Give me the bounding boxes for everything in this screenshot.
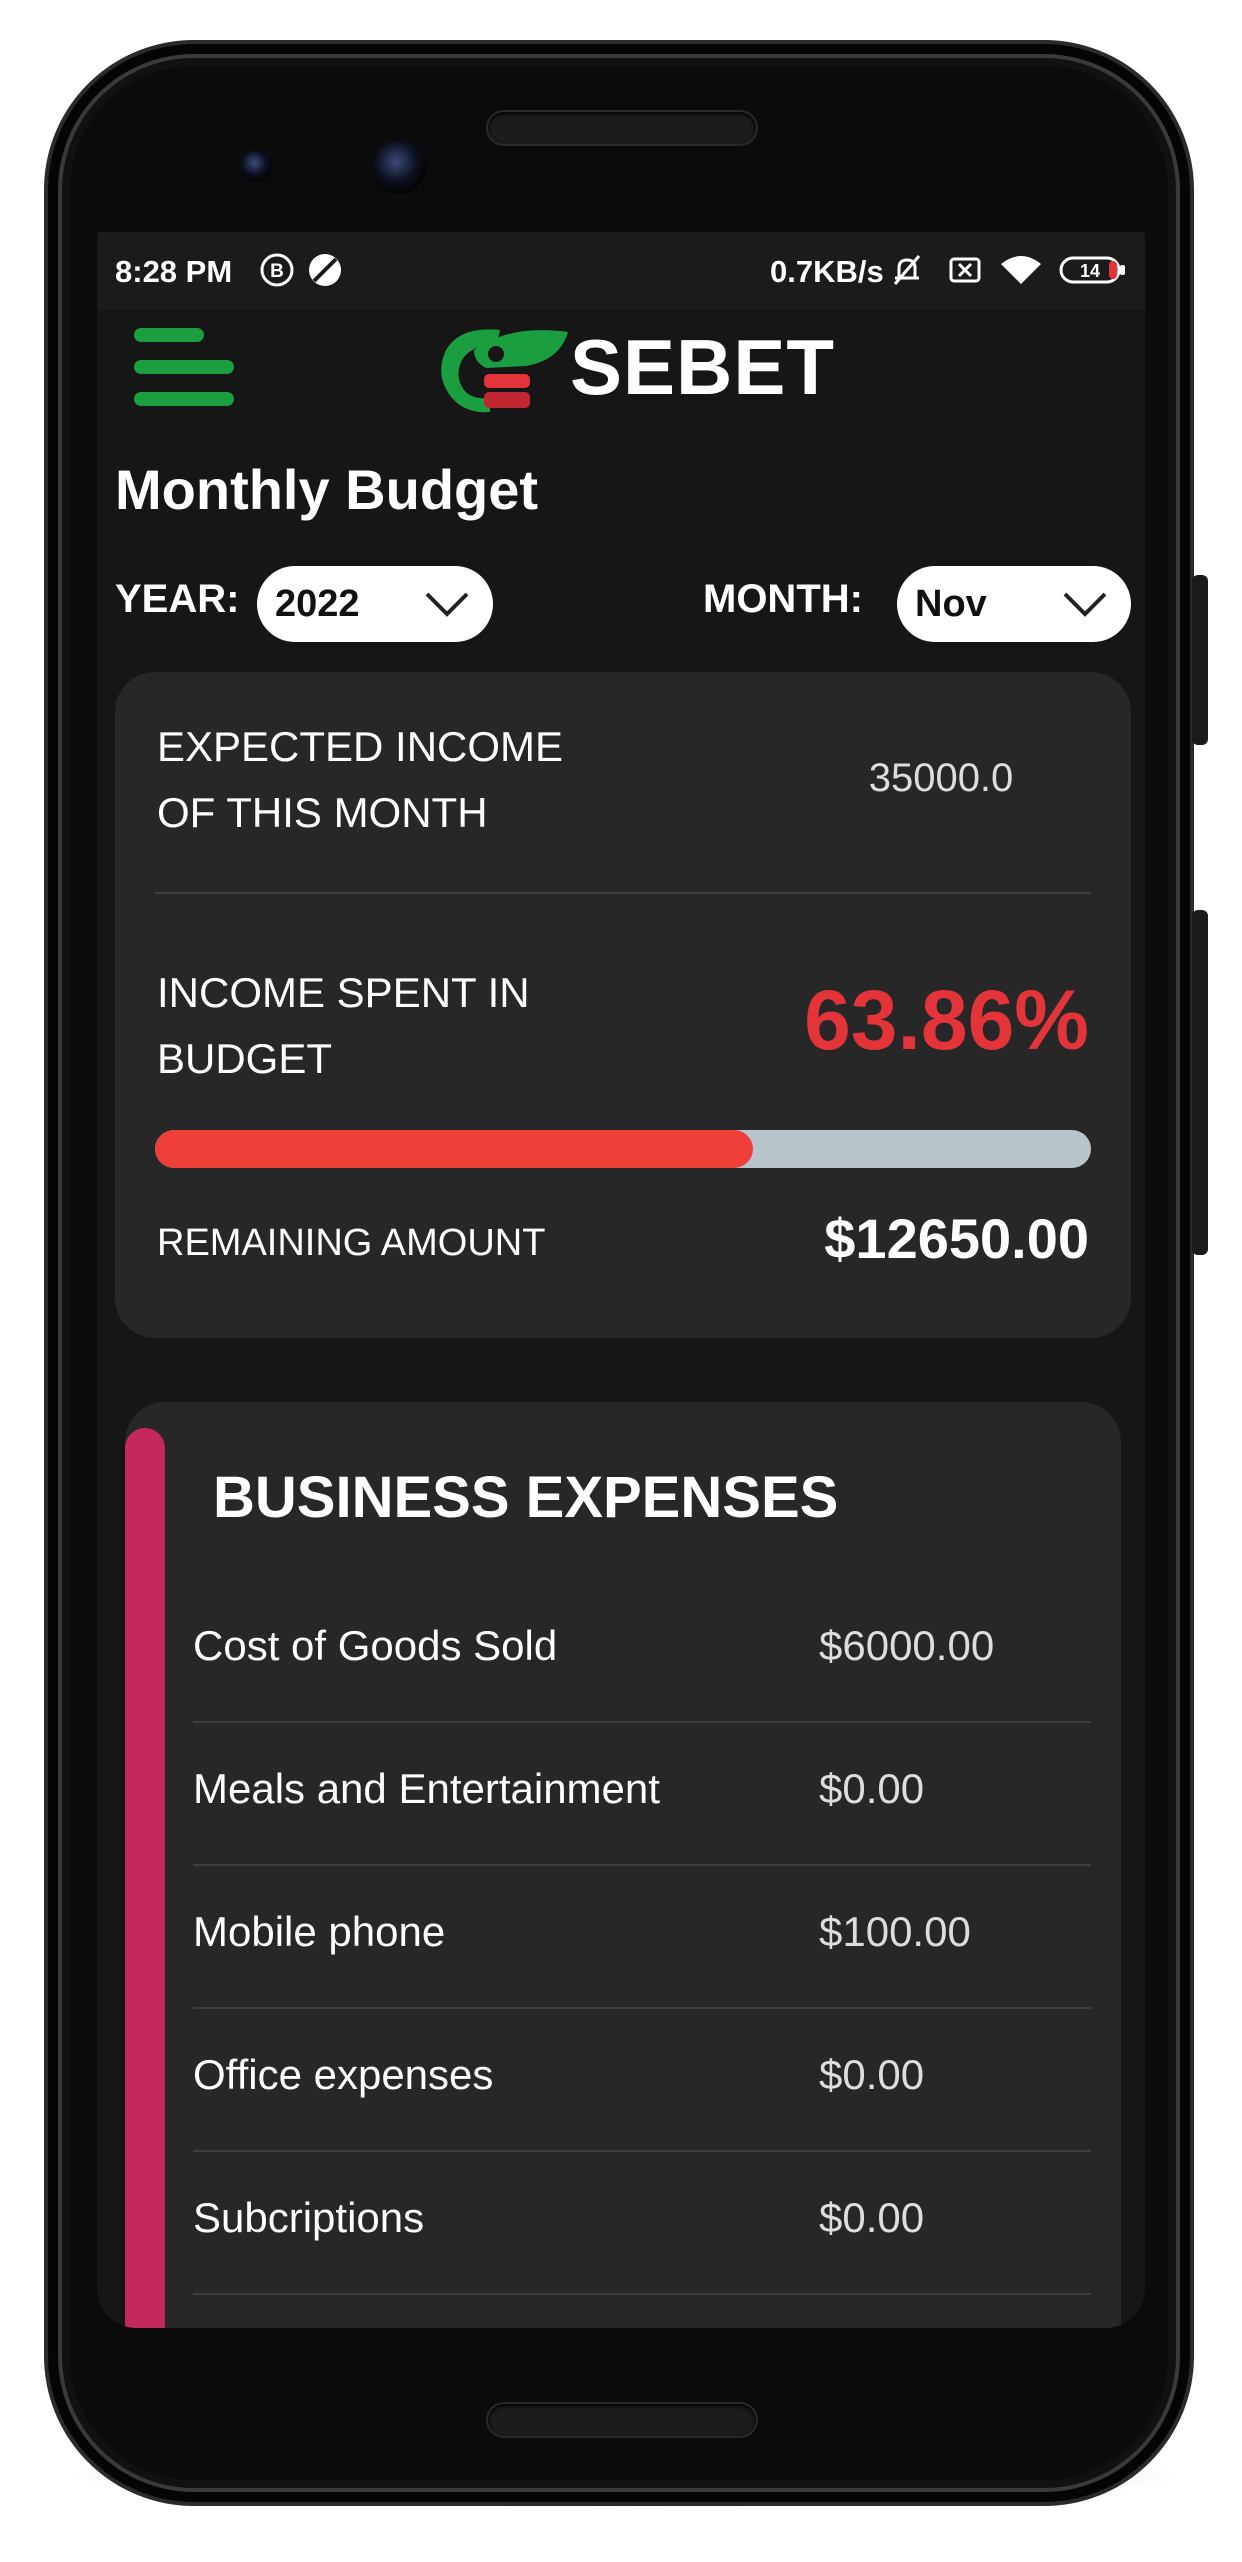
expense-amount: $0.00 (819, 1765, 925, 1812)
expense-row[interactable]: Meals and Entertainment $0.00 (193, 1721, 1091, 1866)
budget-progress-fill (155, 1130, 753, 1168)
expense-amount: $6000.00 (819, 1622, 995, 1669)
remaining-amount-value: $12650.00 (824, 1207, 1089, 1270)
budget-summary-card: EXPECTED INCOME OF THIS MONTH 35000.0 IN… (115, 672, 1131, 1338)
b-circle-icon: B (260, 253, 294, 287)
mute-bell-icon (893, 255, 921, 285)
category-accent-bar (125, 1428, 165, 2328)
year-select[interactable]: 2022 (257, 566, 493, 642)
app-logo: SEBET (430, 320, 834, 416)
battery-icon: 14 (1059, 256, 1125, 284)
year-label: YEAR: (115, 577, 240, 621)
expense-amount: $0.00 (819, 2194, 925, 2241)
app-name: SEBET (570, 323, 836, 411)
svg-text:14: 14 (1080, 261, 1100, 281)
income-spent-label: INCOME SPENT IN BUDGET (157, 969, 530, 1082)
expense-name: Office expenses (193, 2051, 494, 2098)
app-screen: 8:28 PM B 0.7KB/s 14 SEBET Monthly Budge… (97, 232, 1145, 2328)
expected-income-label: EXPECTED INCOME OF THIS MONTH (157, 723, 564, 836)
network-speed: 0.7KB/s (770, 254, 884, 289)
earpiece-speaker (488, 112, 756, 144)
month-label: MONTH: (703, 577, 863, 621)
chevron-down-icon (1063, 592, 1107, 617)
expense-name: Cost of Goods Sold (193, 1622, 558, 1669)
front-sensor (240, 150, 272, 182)
page-title: Monthly Budget (115, 458, 539, 521)
svg-text:B: B (270, 261, 284, 282)
year-value: 2022 (275, 583, 360, 625)
expense-name: Meals and Entertainment (193, 1765, 660, 1812)
expense-name: Mobile phone (193, 1908, 446, 1955)
expense-amount: $0.00 (819, 2051, 925, 2098)
wifi-icon (1001, 256, 1041, 284)
status-time: 8:28 PM (115, 254, 233, 289)
expense-row[interactable]: Mobile phone $100.00 (193, 1864, 1091, 2009)
income-spent-percent: 63.86% (804, 973, 1089, 1067)
expense-amount: $100.00 (819, 1908, 971, 1955)
expenses-title: BUSINESS EXPENSES (213, 1465, 839, 1530)
remaining-amount-label: REMAINING AMOUNT (157, 1222, 546, 1264)
business-expenses-card: BUSINESS EXPENSES Cost of Goods Sold $600… (125, 1402, 1121, 2328)
chevron-down-icon (425, 592, 469, 617)
expense-name: Subcriptions (193, 2194, 425, 2241)
month-select[interactable]: Nov (897, 566, 1131, 642)
sebet-logo-icon (441, 329, 568, 413)
expense-row[interactable]: Subcriptions $0.00 (193, 2150, 1091, 2295)
hamburger-menu-icon[interactable] (134, 320, 234, 416)
expense-row[interactable]: Cost of Goods Sold $6000.00 (193, 1578, 1091, 1723)
budget-progress-bar (155, 1130, 1091, 1168)
front-camera (372, 140, 426, 194)
sim-x-icon (949, 257, 981, 283)
no-sign-icon (309, 254, 341, 286)
month-value: Nov (915, 583, 987, 625)
divider (155, 892, 1091, 894)
power-button (1192, 575, 1208, 745)
expense-row[interactable]: Office expenses $0.00 (193, 2007, 1091, 2152)
status-bar: 8:28 PM B 0.7KB/s 14 (97, 232, 1145, 310)
expected-income-value: 35000.0 (868, 756, 1014, 800)
volume-button (1192, 910, 1208, 1255)
bottom-speaker (488, 2404, 756, 2436)
